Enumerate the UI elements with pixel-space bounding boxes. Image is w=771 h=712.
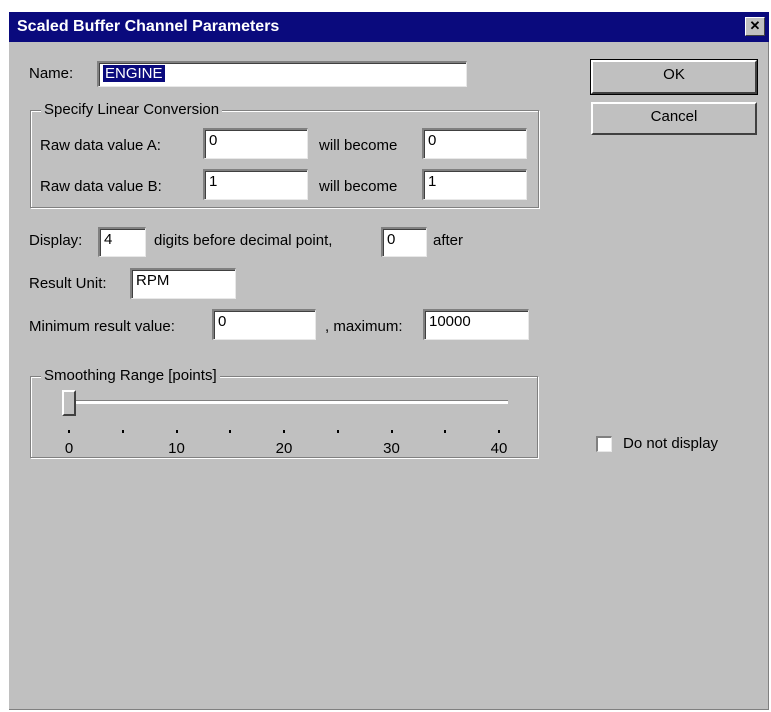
- cancel-button[interactable]: Cancel: [591, 102, 757, 135]
- slider-tick: [229, 430, 232, 433]
- slider-tick: [390, 430, 393, 433]
- slider-tick: [175, 430, 178, 433]
- will-become-b-label: will become: [319, 178, 398, 195]
- name-value: ENGINE: [103, 65, 165, 82]
- close-icon[interactable]: ✕: [745, 17, 765, 36]
- result-unit-label: Result Unit:: [29, 275, 107, 292]
- after-text: after: [433, 232, 464, 249]
- min-result-label: Minimum result value:: [29, 318, 175, 335]
- slider-tick-label: 30: [383, 440, 400, 457]
- raw-a-label: Raw data value A:: [40, 137, 161, 154]
- slider-tick-label: 10: [168, 440, 185, 457]
- digits-before-input[interactable]: 4: [98, 227, 146, 257]
- raw-a-input[interactable]: 0: [203, 128, 308, 159]
- min-result-input[interactable]: 0: [212, 309, 316, 340]
- digits-after-input[interactable]: 0: [381, 227, 427, 257]
- result-unit-input[interactable]: RPM: [130, 268, 236, 299]
- digits-before-text: digits before decimal point,: [154, 232, 333, 249]
- dialog-window: Scaled Buffer Channel Parameters ✕ Name:…: [9, 12, 769, 710]
- name-input[interactable]: ENGINE: [97, 61, 467, 87]
- raw-b-input[interactable]: 1: [203, 169, 308, 200]
- slider-thumb[interactable]: [62, 390, 76, 416]
- will-become-a-label: will become: [319, 137, 398, 154]
- do-not-display-checkbox[interactable]: [596, 436, 612, 452]
- result-a-input[interactable]: 0: [422, 128, 527, 159]
- smoothing-slider[interactable]: 0 10 20 30 40: [62, 388, 508, 458]
- title-bar[interactable]: Scaled Buffer Channel Parameters ✕: [9, 12, 769, 42]
- linear-conversion-legend: Specify Linear Conversion: [41, 101, 223, 119]
- slider-tick: [498, 430, 500, 433]
- ok-button[interactable]: OK: [590, 59, 758, 95]
- slider-tick-label: 40: [490, 440, 508, 457]
- slider-track[interactable]: [67, 400, 508, 404]
- max-result-input[interactable]: 10000: [423, 309, 529, 340]
- result-b-input[interactable]: 1: [422, 169, 527, 200]
- slider-tick-label: 20: [275, 440, 293, 457]
- raw-b-label: Raw data value B:: [40, 178, 162, 195]
- window-title: Scaled Buffer Channel Parameters: [17, 18, 280, 35]
- slider-tick: [283, 430, 285, 433]
- slider-tick-label: 0: [64, 440, 74, 457]
- name-label: Name:: [29, 65, 74, 82]
- do-not-display-label[interactable]: Do not display: [623, 434, 718, 454]
- slider-tick: [444, 430, 447, 433]
- slider-tick: [121, 430, 124, 433]
- display-label: Display:: [29, 232, 83, 249]
- max-result-label: , maximum:: [325, 318, 403, 335]
- slider-tick: [68, 430, 70, 433]
- slider-tick: [336, 430, 339, 433]
- smoothing-legend: Smoothing Range [points]: [41, 367, 220, 385]
